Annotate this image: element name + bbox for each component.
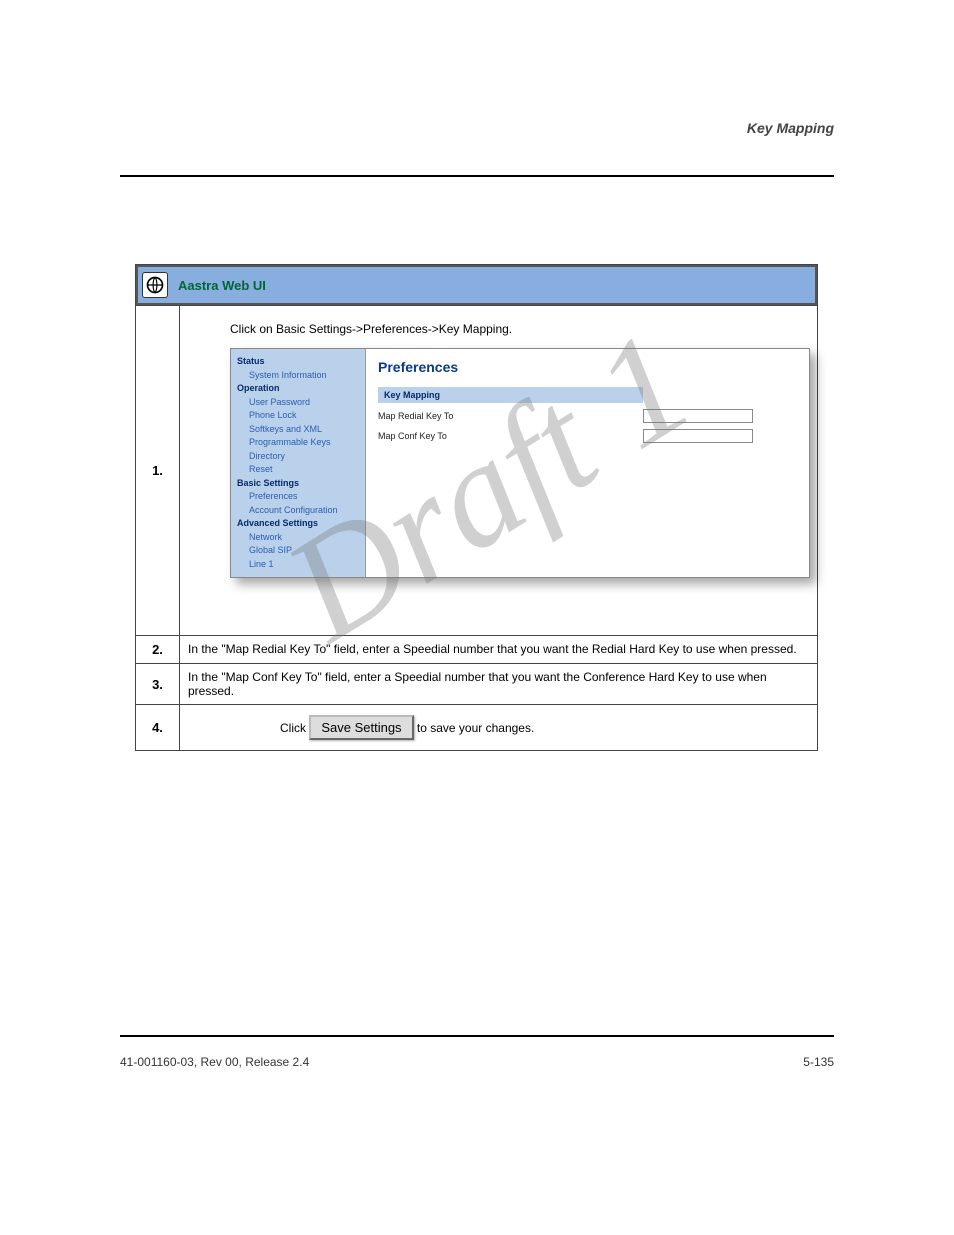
sidebar-item-softkeys-xml[interactable]: Softkeys and XML — [237, 423, 359, 437]
footer-right: 5-135 — [803, 1055, 834, 1069]
sidebar-item-user-password[interactable]: User Password — [237, 396, 359, 410]
sidebar-item-phone-lock[interactable]: Phone Lock — [237, 409, 359, 423]
sidebar-item-reset[interactable]: Reset — [237, 463, 359, 477]
step-number-3: 3. — [136, 664, 180, 705]
step-header-label: Aastra Web UI — [178, 278, 266, 293]
intro-text: Click on Basic Settings->Preferences->Ke… — [230, 322, 801, 336]
conf-input[interactable] — [643, 429, 753, 443]
footer-left: 41-001160-03, Rev 00, Release 2.4 — [120, 1055, 309, 1069]
save-settings-button[interactable]: Save Settings — [309, 715, 413, 740]
globe-icon — [142, 272, 168, 298]
sidebar-item-line1[interactable]: Line 1 — [237, 558, 359, 572]
step-3-text: In the "Map Conf Key To" field, enter a … — [180, 664, 818, 705]
config-screenshot: Status System Information Operation User… — [230, 348, 810, 578]
page-title: Preferences — [378, 359, 797, 375]
content-area: Preferences Key Mapping Map Redial Key T… — [366, 349, 809, 577]
page-header: Key Mapping — [747, 120, 834, 136]
step-4-prefix: Click — [280, 721, 309, 735]
redial-label: Map Redial Key To — [378, 411, 643, 421]
sidebar-item-system-info[interactable]: System Information — [237, 369, 359, 383]
sidebar-item-programmable-keys[interactable]: Programmable Keys — [237, 436, 359, 450]
sidebar-item-directory[interactable]: Directory — [237, 450, 359, 464]
field-row-redial: Map Redial Key To — [378, 409, 758, 423]
sidebar-section-operation: Operation — [237, 382, 359, 396]
footer-rule — [120, 1035, 834, 1037]
keymap-section-header: Key Mapping — [378, 387, 643, 403]
sidebar-item-account-config[interactable]: Account Configuration — [237, 504, 359, 518]
sidebar-section-basic: Basic Settings — [237, 477, 359, 491]
sidebar: Status System Information Operation User… — [231, 349, 366, 577]
step-2-text: In the "Map Redial Key To" field, enter … — [180, 636, 818, 664]
sidebar-item-preferences[interactable]: Preferences — [237, 490, 359, 504]
step-number-1: 1. — [136, 306, 180, 636]
sidebar-section-status: Status — [237, 355, 359, 369]
redial-input[interactable] — [643, 409, 753, 423]
step-number-2: 2. — [136, 636, 180, 664]
instruction-table: Aastra Web UI 1. Click on Basic Settings… — [135, 264, 818, 751]
step-4-suffix: to save your changes. — [417, 721, 534, 735]
app-header-bar: Aastra Web UI — [136, 265, 817, 305]
header-rule — [120, 175, 834, 177]
field-row-conf: Map Conf Key To — [378, 429, 758, 443]
sidebar-section-advanced: Advanced Settings — [237, 517, 359, 531]
step-number-4: 4. — [136, 705, 180, 751]
sidebar-item-network[interactable]: Network — [237, 531, 359, 545]
conf-label: Map Conf Key To — [378, 431, 643, 441]
sidebar-item-global-sip[interactable]: Global SIP — [237, 544, 359, 558]
